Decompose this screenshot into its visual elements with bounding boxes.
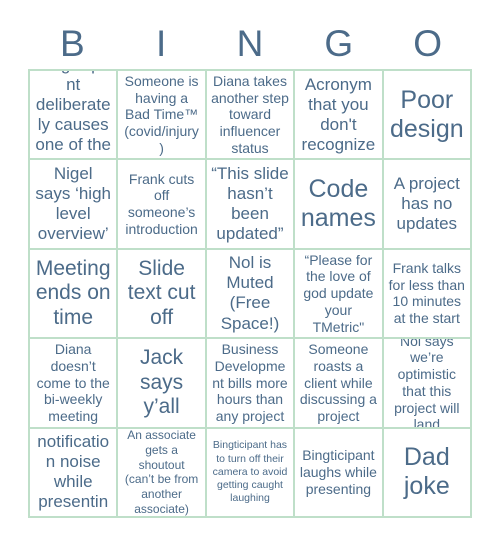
bingo-cell-label: Someone roasts a client while discussing… xyxy=(299,340,377,425)
bingo-cell[interactable]: Business Development bills more hours th… xyxy=(206,339,296,429)
bingo-cell-label: Someone is having a Bad Time™ (covid/inj… xyxy=(124,72,199,156)
bingo-cell-label: Diana doesn’t come to the bi-weekly meet… xyxy=(36,340,110,425)
bingo-header-letter-i: I xyxy=(156,22,167,64)
bingo-cell-label: Frank talks for less than 10 minutes at … xyxy=(388,259,465,327)
bingo-cell[interactable]: Bingticipant deliberately causes one of … xyxy=(30,71,119,161)
bingo-cell[interactable]: Bingticipant has to turn off their camer… xyxy=(206,428,296,518)
bingo-cell-label: “Please for the love of god update your … xyxy=(303,251,374,335)
bingo-cell-free-space[interactable]: Nol is Muted (Free Space!) xyxy=(206,249,296,340)
bingo-cell[interactable]: Dad joke xyxy=(383,428,472,518)
bingo-cell-label: Bingticipant has to turn off their camer… xyxy=(212,439,288,504)
bingo-cell[interactable]: An associate gets a shoutout (can’t be f… xyxy=(118,428,207,518)
bingo-cell-label: Nol is Muted (Free Space!) xyxy=(220,253,280,333)
bingo-cell[interactable]: Bingticipant laughs while presenting xyxy=(295,428,384,518)
bingo-cell-label: Dad joke xyxy=(403,443,450,501)
bingo-cell-label: Frank cuts off someone’s introduction xyxy=(125,170,198,237)
bingo-cell[interactable]: “This slide hasn’t been updated” xyxy=(206,160,296,250)
bingo-cell-label: Business Development bills more hours th… xyxy=(212,340,288,425)
bingo-cell[interactable]: A project has no updates xyxy=(383,160,472,250)
bingo-cell-label: Bingticipant laughs while presenting xyxy=(299,447,377,497)
bingo-cell[interactable]: Diana doesn’t come to the bi-weekly meet… xyxy=(30,339,119,429)
bingo-cell[interactable]: Jack says y’all xyxy=(118,339,207,429)
bingo-cell-label: Code names xyxy=(300,175,376,233)
bingo-cell-label: Bingticipant deliberately causes one of … xyxy=(35,71,111,158)
bingo-header-row: B I N G O xyxy=(28,18,472,68)
bingo-header-letter-n: N xyxy=(236,22,264,64)
bingo-cell[interactable]: Frank cuts off someone’s introduction xyxy=(118,160,207,250)
bingo-cell-label: Acronym that you don't recognize xyxy=(301,74,376,154)
bingo-cell[interactable]: Nigel says ‘high level overview’ xyxy=(30,160,119,250)
bingo-header-letter-g: G xyxy=(324,22,354,64)
bingo-cell-label: Nol says we’re optimistic that this proj… xyxy=(394,339,460,429)
bingo-cell-label: Slack notification noise while presentin… xyxy=(37,429,110,516)
bingo-cell[interactable]: Slack notification noise while presentin… xyxy=(30,428,119,518)
bingo-cell-label: “This slide hasn’t been updated” xyxy=(211,164,289,244)
bingo-cell-label: Poor design xyxy=(389,85,464,143)
bingo-cell-label: Jack says y’all xyxy=(140,346,184,419)
bingo-cell-label: Nigel says ‘high level overview’ xyxy=(35,164,111,244)
bingo-cell-label: Diana takes another step toward influenc… xyxy=(211,72,289,156)
bingo-cell[interactable]: “Please for the love of god update your … xyxy=(295,249,384,340)
bingo-cell[interactable]: Diana takes another step toward influenc… xyxy=(206,71,296,161)
bingo-header-letter-o: O xyxy=(413,22,442,64)
bingo-cell[interactable]: Someone roasts a client while discussing… xyxy=(295,339,384,429)
bingo-cell[interactable]: Nol says we’re optimistic that this proj… xyxy=(383,339,472,429)
bingo-cell[interactable]: Frank talks for less than 10 minutes at … xyxy=(383,249,472,340)
bingo-cell-label: Meeting ends on time xyxy=(35,256,111,329)
bingo-header-letter-b: B xyxy=(60,22,85,64)
bingo-cell[interactable]: Code names xyxy=(295,160,384,250)
bingo-grid: Bingticipant deliberately causes one of … xyxy=(28,69,472,518)
bingo-cell[interactable]: Meeting ends on time xyxy=(30,249,119,340)
bingo-cell-label: An associate gets a shoutout (can’t be f… xyxy=(124,428,199,516)
bingo-cell[interactable]: Someone is having a Bad Time™ (covid/inj… xyxy=(118,71,207,161)
bingo-cell[interactable]: Slide text cut off xyxy=(118,249,207,340)
bingo-cell-label: A project has no updates xyxy=(393,174,460,234)
bingo-cell-label: Slide text cut off xyxy=(127,256,196,329)
bingo-cell[interactable]: Poor design xyxy=(383,71,472,161)
bingo-cell[interactable]: Acronym that you don't recognize xyxy=(295,71,384,161)
bingo-card: B I N G O Bingticipant deliberately caus… xyxy=(0,0,500,544)
